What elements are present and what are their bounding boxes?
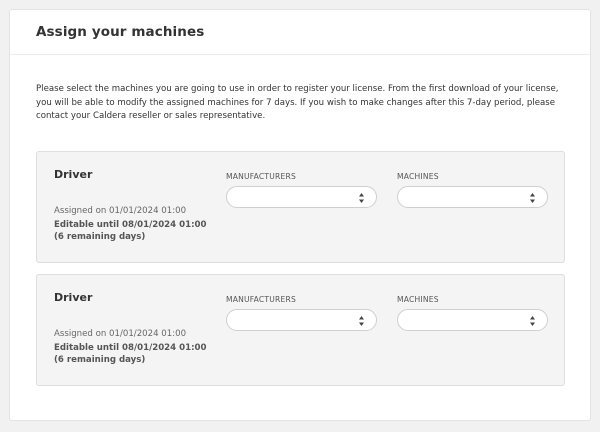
card-header: Assign your machines xyxy=(10,10,590,55)
remaining-days: (6 remaining days) xyxy=(54,232,146,242)
sort-caret-icon xyxy=(359,193,364,203)
editable-until-date: Editable until 08/01/2024 01:00 xyxy=(54,343,207,353)
sort-caret-icon xyxy=(359,316,364,326)
driver-name: Driver xyxy=(54,291,93,304)
editable-until: Editable until 08/01/2024 01:00 (6 remai… xyxy=(54,219,214,243)
manufacturers-label: MANUFACTURERS xyxy=(226,172,296,181)
assign-machines-card: Assign your machines Please select the m… xyxy=(9,9,591,421)
editable-until: Editable until 08/01/2024 01:00 (6 remai… xyxy=(54,342,214,366)
sort-caret-icon xyxy=(530,193,535,203)
sort-caret-icon xyxy=(530,316,535,326)
intro-text: Please select the machines you are going… xyxy=(36,84,559,121)
driver-name: Driver xyxy=(54,168,93,181)
manufacturers-select[interactable] xyxy=(226,186,377,208)
assigned-on-date: Assigned on 01/01/2024 01:00 xyxy=(54,206,187,216)
machine-panel: Driver Assigned on 01/01/2024 01:00 Edit… xyxy=(36,274,565,386)
manufacturers-label: MANUFACTURERS xyxy=(226,295,296,304)
remaining-days: (6 remaining days) xyxy=(54,355,146,365)
editable-until-date: Editable until 08/01/2024 01:00 xyxy=(54,220,207,230)
machines-label: MACHINES xyxy=(397,172,439,181)
manufacturers-select[interactable] xyxy=(226,309,377,331)
machines-select[interactable] xyxy=(397,186,548,208)
assigned-on-date: Assigned on 01/01/2024 01:00 xyxy=(54,329,187,339)
machines-select[interactable] xyxy=(397,309,548,331)
machines-label: MACHINES xyxy=(397,295,439,304)
card-title: Assign your machines xyxy=(36,24,205,40)
machine-panel: Driver Assigned on 01/01/2024 01:00 Edit… xyxy=(36,151,565,263)
